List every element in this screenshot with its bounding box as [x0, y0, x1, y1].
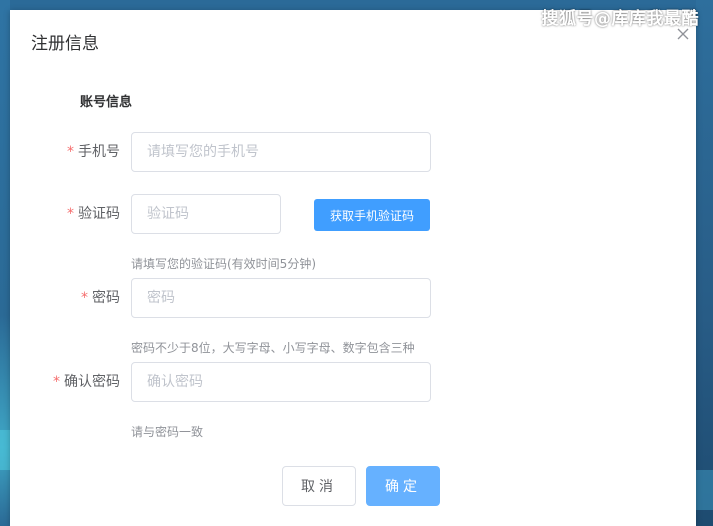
cancel-button[interactable]: 取消 — [282, 466, 356, 506]
password-input[interactable] — [131, 278, 431, 318]
dialog-title: 注册信息 — [31, 34, 99, 54]
password-label-text: 密码 — [92, 290, 120, 306]
register-dialog: 注册信息 账号信息 *手机号 *验证码 获取手机验证码 请填写您的验证码(有效时… — [10, 10, 696, 526]
phone-label-text: 手机号 — [78, 144, 120, 160]
required-mark: * — [67, 144, 74, 160]
required-mark: * — [67, 206, 74, 222]
password-hint: 密码不少于8位，大写字母、小写字母、数字包含三种 — [131, 341, 415, 355]
background-right-strip — [696, 0, 713, 526]
confirm-password-input[interactable] — [131, 362, 431, 402]
background-left-block — [0, 430, 10, 470]
confirm-password-label: * 确认密码 — [10, 362, 120, 402]
confirm-button[interactable]: 确定 — [366, 466, 440, 506]
required-mark: * — [53, 374, 60, 390]
phone-input[interactable] — [131, 132, 431, 172]
section-title-account: 账号信息 — [80, 95, 133, 110]
code-input[interactable] — [131, 194, 281, 234]
password-label: * 密码 — [10, 278, 120, 318]
confirm-password-label-text: 确认密码 — [64, 374, 120, 390]
code-label-text: 验证码 — [78, 206, 120, 222]
required-mark: * — [81, 290, 88, 306]
background-right-block — [696, 470, 713, 510]
close-icon[interactable] — [676, 27, 690, 41]
code-label: * 验证码 — [10, 194, 120, 234]
get-code-button[interactable]: 获取手机验证码 — [314, 199, 430, 231]
phone-label: * 手机号 — [10, 132, 120, 172]
confirm-password-hint: 请与密码一致 — [131, 425, 204, 439]
watermark: 搜狐号@库库我最酷 — [541, 9, 699, 29]
code-hint: 请填写您的验证码(有效时间5分钟) — [131, 257, 316, 271]
